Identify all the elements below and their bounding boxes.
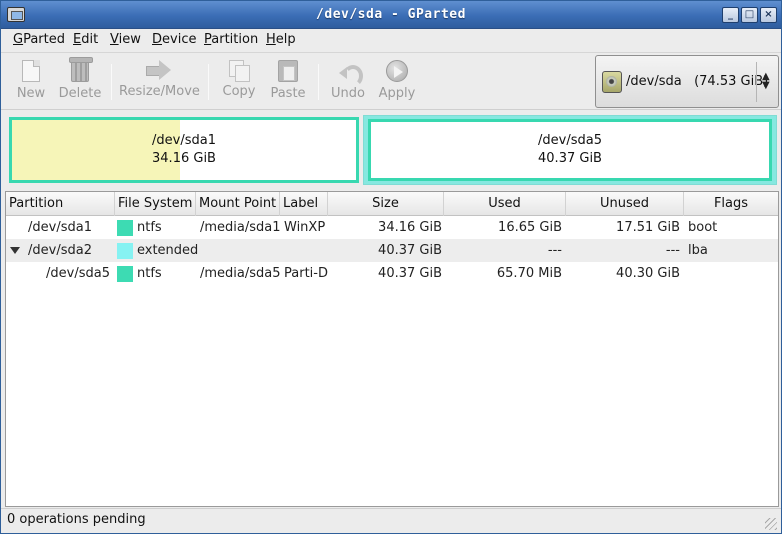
hard-disk-icon [602, 71, 622, 93]
cell-file-system: ntfs [137, 266, 162, 281]
toolbar-separator [208, 64, 209, 100]
delete-label: Delete [58, 86, 102, 101]
maximize-button[interactable]: □ [741, 7, 758, 23]
cell-used: 16.65 GiB [498, 220, 562, 235]
filesystem-color-swatch [117, 220, 133, 236]
cell-used: --- [547, 243, 562, 258]
undo-label: Undo [331, 86, 365, 101]
partition-map: /dev/sda1 34.16 GiB /dev/sda5 40.37 GiB [5, 111, 779, 187]
expander-triangle-icon[interactable] [10, 247, 20, 254]
partition-block-size: 40.37 GiB [538, 151, 602, 166]
status-bar: 0 operations pending [1, 508, 781, 533]
trash-icon [69, 57, 93, 82]
device-selector[interactable]: /dev/sda (74.53 GiB) ▲ ▼ [595, 55, 779, 108]
copy-label: Copy [222, 84, 256, 99]
cell-unused: --- [665, 243, 680, 258]
title-bar[interactable]: /dev/sda - GParted _ □ × [1, 1, 781, 29]
column-header-used[interactable]: Used [444, 192, 566, 216]
column-header-label[interactable]: Label [280, 192, 328, 216]
clipboard-icon [278, 60, 298, 82]
cell-size: 40.37 GiB [378, 266, 442, 281]
resize-move-button[interactable]: Resize/Move [119, 58, 200, 106]
apply-play-icon [386, 60, 408, 82]
status-text: 0 operations pending [7, 512, 146, 527]
partition-block-name: /dev/sda1 [152, 133, 216, 148]
cell-mount-point: /media/sda1 [200, 220, 281, 235]
table-row[interactable]: /dev/sda1 ntfs /media/sda1 WinXP 34.16 G… [6, 216, 778, 239]
partition-block-extended[interactable]: /dev/sda5 40.37 GiB [363, 115, 777, 185]
column-header-size[interactable]: Size [328, 192, 444, 216]
copy-icon [229, 60, 250, 82]
copy-button[interactable]: Copy [219, 58, 259, 106]
paste-label: Paste [270, 86, 306, 101]
menu-gparted[interactable]: GParted [13, 32, 65, 47]
new-label: New [16, 86, 46, 101]
partition-block-sda5[interactable]: /dev/sda5 40.37 GiB [368, 119, 772, 181]
toolbar-separator [111, 64, 112, 100]
cell-size: 34.16 GiB [378, 220, 442, 235]
cell-label: WinXP [284, 220, 326, 235]
column-header-flags[interactable]: Flags [684, 192, 778, 216]
resize-arrow-icon [146, 60, 172, 80]
delete-button[interactable]: Delete [57, 57, 103, 106]
undo-button[interactable]: Undo [328, 58, 368, 106]
cell-used: 65.70 MiB [496, 266, 562, 281]
cell-partition: /dev/sda1 [28, 220, 92, 235]
minimize-button[interactable]: _ [722, 7, 739, 23]
cell-size: 40.37 GiB [378, 243, 442, 258]
partition-block-name: /dev/sda5 [538, 133, 602, 148]
new-document-icon [22, 60, 40, 82]
paste-button[interactable]: Paste [267, 58, 309, 106]
partition-table[interactable]: Partition File System Mount Point Label … [5, 191, 779, 507]
apply-label: Apply [378, 86, 416, 101]
menu-help[interactable]: Help [266, 32, 296, 47]
column-header-file-system[interactable]: File System [115, 192, 196, 216]
toolbar-separator [318, 64, 319, 100]
device-selector-label: /dev/sda (74.53 GiB) [626, 74, 769, 89]
table-row[interactable]: /dev/sda5 ntfs /media/sda5 Parti-D 40.37… [6, 262, 778, 285]
column-header-unused[interactable]: Unused [566, 192, 684, 216]
resize-move-label: Resize/Move [119, 84, 200, 99]
resize-grip-icon[interactable] [765, 518, 777, 530]
table-row[interactable]: /dev/sda2 extended 40.37 GiB --- --- lba [6, 239, 778, 262]
partition-block-sda1[interactable]: /dev/sda1 34.16 GiB [9, 117, 359, 183]
table-header: Partition File System Mount Point Label … [6, 192, 778, 216]
device-selector-divider [756, 62, 757, 102]
cell-unused: 40.30 GiB [616, 266, 680, 281]
window-title: /dev/sda - GParted [316, 7, 466, 22]
cell-mount-point: /media/sda5 [200, 266, 281, 281]
cell-file-system: ntfs [137, 220, 162, 235]
column-header-partition[interactable]: Partition [6, 192, 115, 216]
cell-partition: /dev/sda5 [46, 266, 110, 281]
cell-file-system: extended [137, 243, 199, 258]
gparted-window: /dev/sda - GParted _ □ × GParted Edit Vi… [0, 0, 782, 534]
used-space-fill [12, 120, 180, 180]
cell-unused: 17.51 GiB [616, 220, 680, 235]
cell-flags: boot [688, 220, 718, 235]
cell-label: Parti-D [284, 266, 328, 281]
apply-button[interactable]: Apply [377, 58, 417, 106]
cell-flags: lba [688, 243, 708, 258]
column-header-mount-point[interactable]: Mount Point [196, 192, 280, 216]
new-button[interactable]: New [11, 58, 51, 106]
up-down-chevron-icon: ▲ ▼ [762, 71, 770, 91]
filesystem-color-swatch [117, 243, 133, 259]
menu-bar: GParted Edit View Device Partition Help [1, 29, 781, 53]
menu-edit[interactable]: Edit [73, 32, 98, 47]
close-button[interactable]: × [760, 7, 777, 23]
menu-partition[interactable]: Partition [204, 32, 258, 47]
partition-block-size: 34.16 GiB [152, 151, 216, 166]
undo-arrow-icon [337, 60, 363, 87]
cell-partition: /dev/sda2 [28, 243, 92, 258]
filesystem-color-swatch [117, 266, 133, 282]
menu-view[interactable]: View [110, 32, 141, 47]
menu-device[interactable]: Device [152, 32, 196, 47]
